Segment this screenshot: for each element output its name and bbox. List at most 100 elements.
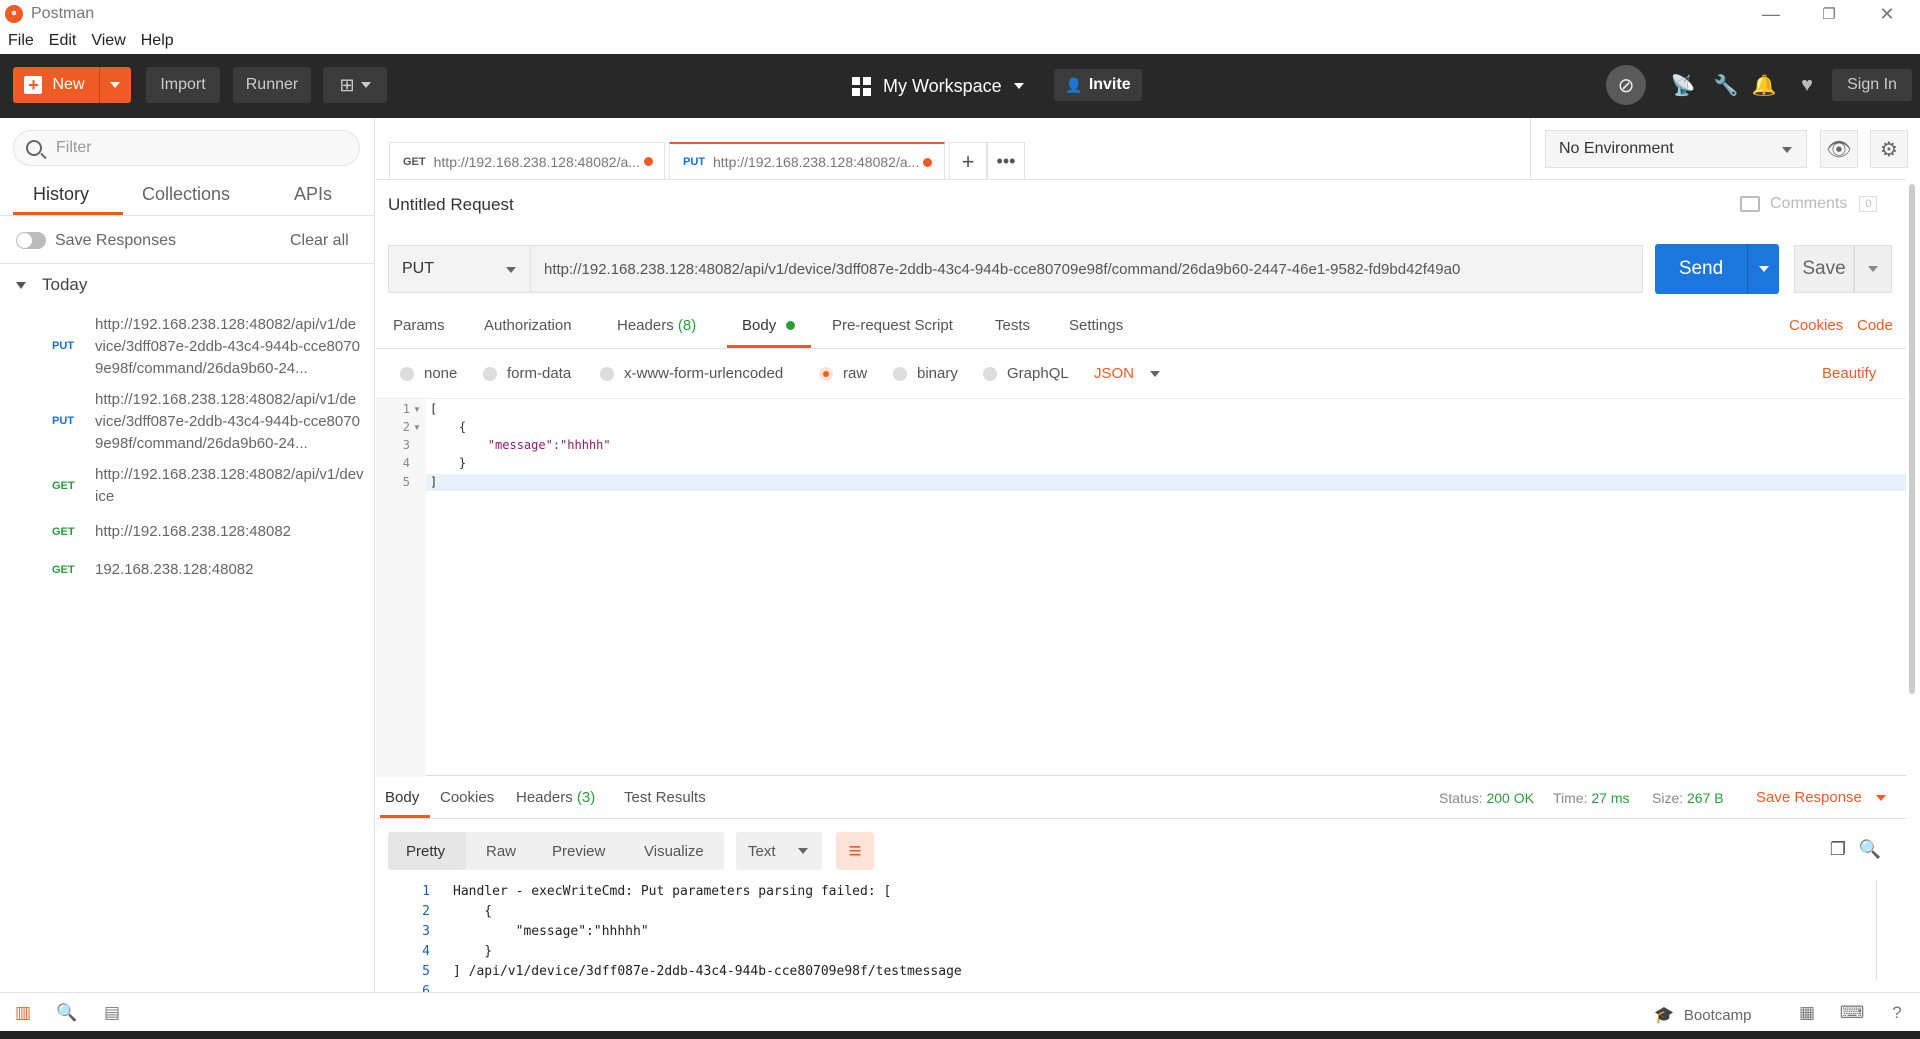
bootcamp-button[interactable]: 🎓 Bootcamp [1654, 1005, 1751, 1025]
workspace-selector[interactable]: My Workspace [852, 72, 1024, 100]
runner-button[interactable]: Runner [233, 67, 311, 103]
clear-all-button[interactable]: Clear all [290, 232, 349, 250]
menu-edit[interactable]: Edit [49, 32, 77, 50]
search-icon[interactable]: 🔍 [1859, 838, 1881, 860]
menu-view[interactable]: View [91, 32, 125, 50]
view-preview[interactable]: Preview [552, 843, 605, 860]
history-group-today[interactable]: Today [16, 275, 87, 295]
copy-icon[interactable]: ❐ [1827, 838, 1849, 860]
sync-off-icon[interactable]: ⊘ [1606, 65, 1646, 105]
view-visualize[interactable]: Visualize [644, 843, 704, 860]
satellite-icon[interactable]: 📡 [1670, 72, 1696, 98]
heart-icon[interactable]: ♥ [1794, 72, 1820, 98]
import-button[interactable]: Import [146, 67, 220, 103]
restore-button[interactable]: ❐ [1800, 0, 1858, 28]
tab-prerequest-script[interactable]: Pre-request Script [832, 317, 953, 334]
save-responses-toggle[interactable] [16, 232, 46, 249]
current-line-highlight [426, 474, 1906, 491]
response-tab-cookies[interactable]: Cookies [440, 789, 494, 806]
wrap-lines-button[interactable]: ≡ [836, 832, 874, 870]
console-icon[interactable]: ▤ [101, 1003, 123, 1023]
tab-headers[interactable]: Headers (8) [617, 317, 696, 334]
history-item[interactable]: GET 192.168.238.128:48082 [0, 559, 375, 583]
body-type-raw[interactable]: raw [819, 365, 867, 382]
save-options-button[interactable] [1854, 245, 1892, 293]
fold-icon[interactable]: ▼ [413, 405, 421, 414]
tab-history[interactable]: History [33, 184, 89, 214]
toggle-sidebar-icon[interactable]: ▥ [12, 1003, 34, 1023]
method-select[interactable]: PUT [388, 245, 531, 293]
request-title[interactable]: Untitled Request [388, 195, 514, 215]
response-tab-body[interactable]: Body [385, 789, 419, 806]
save-response-button[interactable]: Save Response [1756, 789, 1886, 806]
manage-environments-button[interactable]: ⚙ [1870, 130, 1908, 168]
fold-icon[interactable]: ▼ [413, 423, 421, 432]
view-pretty[interactable]: Pretty [406, 843, 445, 860]
tab-params[interactable]: Params [393, 317, 445, 334]
view-raw[interactable]: Raw [486, 843, 516, 860]
response-format-select[interactable]: Text [736, 832, 822, 870]
wrench-icon[interactable]: 🔧 [1713, 72, 1739, 98]
history-url: http://192.168.238.128:48082/api/v1/devi… [95, 316, 360, 377]
main-scrollbar[interactable] [1909, 184, 1915, 694]
body-type-graphql[interactable]: GraphQL [983, 365, 1069, 382]
more-tabs-button[interactable]: ••• [987, 142, 1025, 180]
menu-file[interactable]: File [8, 32, 34, 50]
radio-icon [983, 366, 997, 381]
filter-input[interactable]: Filter [13, 130, 360, 166]
divider [376, 818, 1906, 819]
body-type-form-data[interactable]: form-data [483, 365, 571, 382]
send-options-button[interactable] [1747, 244, 1779, 294]
tab-authorization[interactable]: Authorization [484, 317, 572, 334]
body-type-none[interactable]: none [400, 365, 457, 382]
add-tab-button[interactable]: + [949, 142, 987, 180]
invite-button[interactable]: 👤 Invite [1054, 69, 1142, 101]
help-icon[interactable]: ? [1886, 1003, 1908, 1023]
history-item[interactable]: GET http://192.168.238.128:48082/api/v1/… [0, 464, 375, 508]
code-link[interactable]: Code [1857, 317, 1893, 334]
tab-apis[interactable]: APIs [294, 184, 332, 214]
bell-icon[interactable]: 🔔 [1751, 72, 1777, 98]
save-button[interactable]: Save [1794, 245, 1854, 293]
tab-collections[interactable]: Collections [142, 184, 230, 214]
cookies-link[interactable]: Cookies [1789, 317, 1843, 334]
body-type-urlencoded[interactable]: x-www-form-urlencoded [600, 365, 783, 382]
divider [1530, 118, 1531, 180]
new-button[interactable]: + New [13, 67, 131, 103]
sign-in-button[interactable]: Sign In [1832, 69, 1912, 101]
request-tab-active[interactable]: PUT http://192.168.238.128:48082/a... [669, 142, 945, 180]
response-scrollbar[interactable] [1876, 880, 1877, 980]
two-pane-view-icon[interactable]: ▦ [1796, 1003, 1818, 1023]
tab-tests[interactable]: Tests [995, 317, 1030, 334]
beautify-button[interactable]: Beautify [1822, 365, 1876, 382]
request-tab[interactable]: GET http://192.168.238.128:48082/a... [389, 142, 665, 180]
close-button[interactable]: ✕ [1858, 0, 1916, 28]
environment-select[interactable]: No Environment [1545, 130, 1807, 168]
chevron-down-icon [1758, 266, 1769, 272]
send-button[interactable]: Send [1655, 244, 1747, 294]
body-type-binary[interactable]: binary [893, 365, 958, 382]
tab-body[interactable]: Body [742, 317, 796, 334]
keyboard-shortcuts-icon[interactable]: ⌨ [1840, 1003, 1865, 1023]
chevron-down-icon[interactable] [109, 82, 120, 88]
environment-quick-look-button[interactable]: 👁 [1820, 130, 1858, 168]
chevron-down-icon [506, 267, 516, 273]
tab-settings[interactable]: Settings [1069, 317, 1123, 334]
radio-label: binary [917, 365, 958, 382]
minimize-button[interactable]: — [1742, 0, 1800, 28]
divider [376, 179, 1906, 180]
body-editor[interactable]: 1 ▼ 2 ▼ 3 4 5 [ { "message":"hhhhh" } ] [376, 398, 1906, 777]
new-window-button[interactable]: ⊞ [323, 67, 387, 103]
history-item[interactable]: PUT http://192.168.238.128:48082/api/v1/… [0, 389, 375, 455]
url-input[interactable]: http://192.168.238.128:48082/api/v1/devi… [531, 245, 1643, 293]
history-item[interactable]: GET http://192.168.238.128:48082 [0, 521, 375, 545]
menu-help[interactable]: Help [141, 32, 174, 50]
body-format-select[interactable]: JSON [1094, 365, 1161, 382]
comments-button[interactable]: Comments 0 [1740, 195, 1878, 213]
history-item[interactable]: PUT http://192.168.238.128:48082/api/v1/… [0, 314, 375, 380]
response-line: Handler - execWriteCmd: Put parameters p… [453, 884, 892, 899]
find-replace-icon[interactable]: 🔍 [56, 1003, 78, 1023]
response-tab-test-results[interactable]: Test Results [624, 789, 706, 806]
response-tab-headers[interactable]: Headers (3) [516, 789, 595, 806]
radio-icon [600, 366, 614, 381]
